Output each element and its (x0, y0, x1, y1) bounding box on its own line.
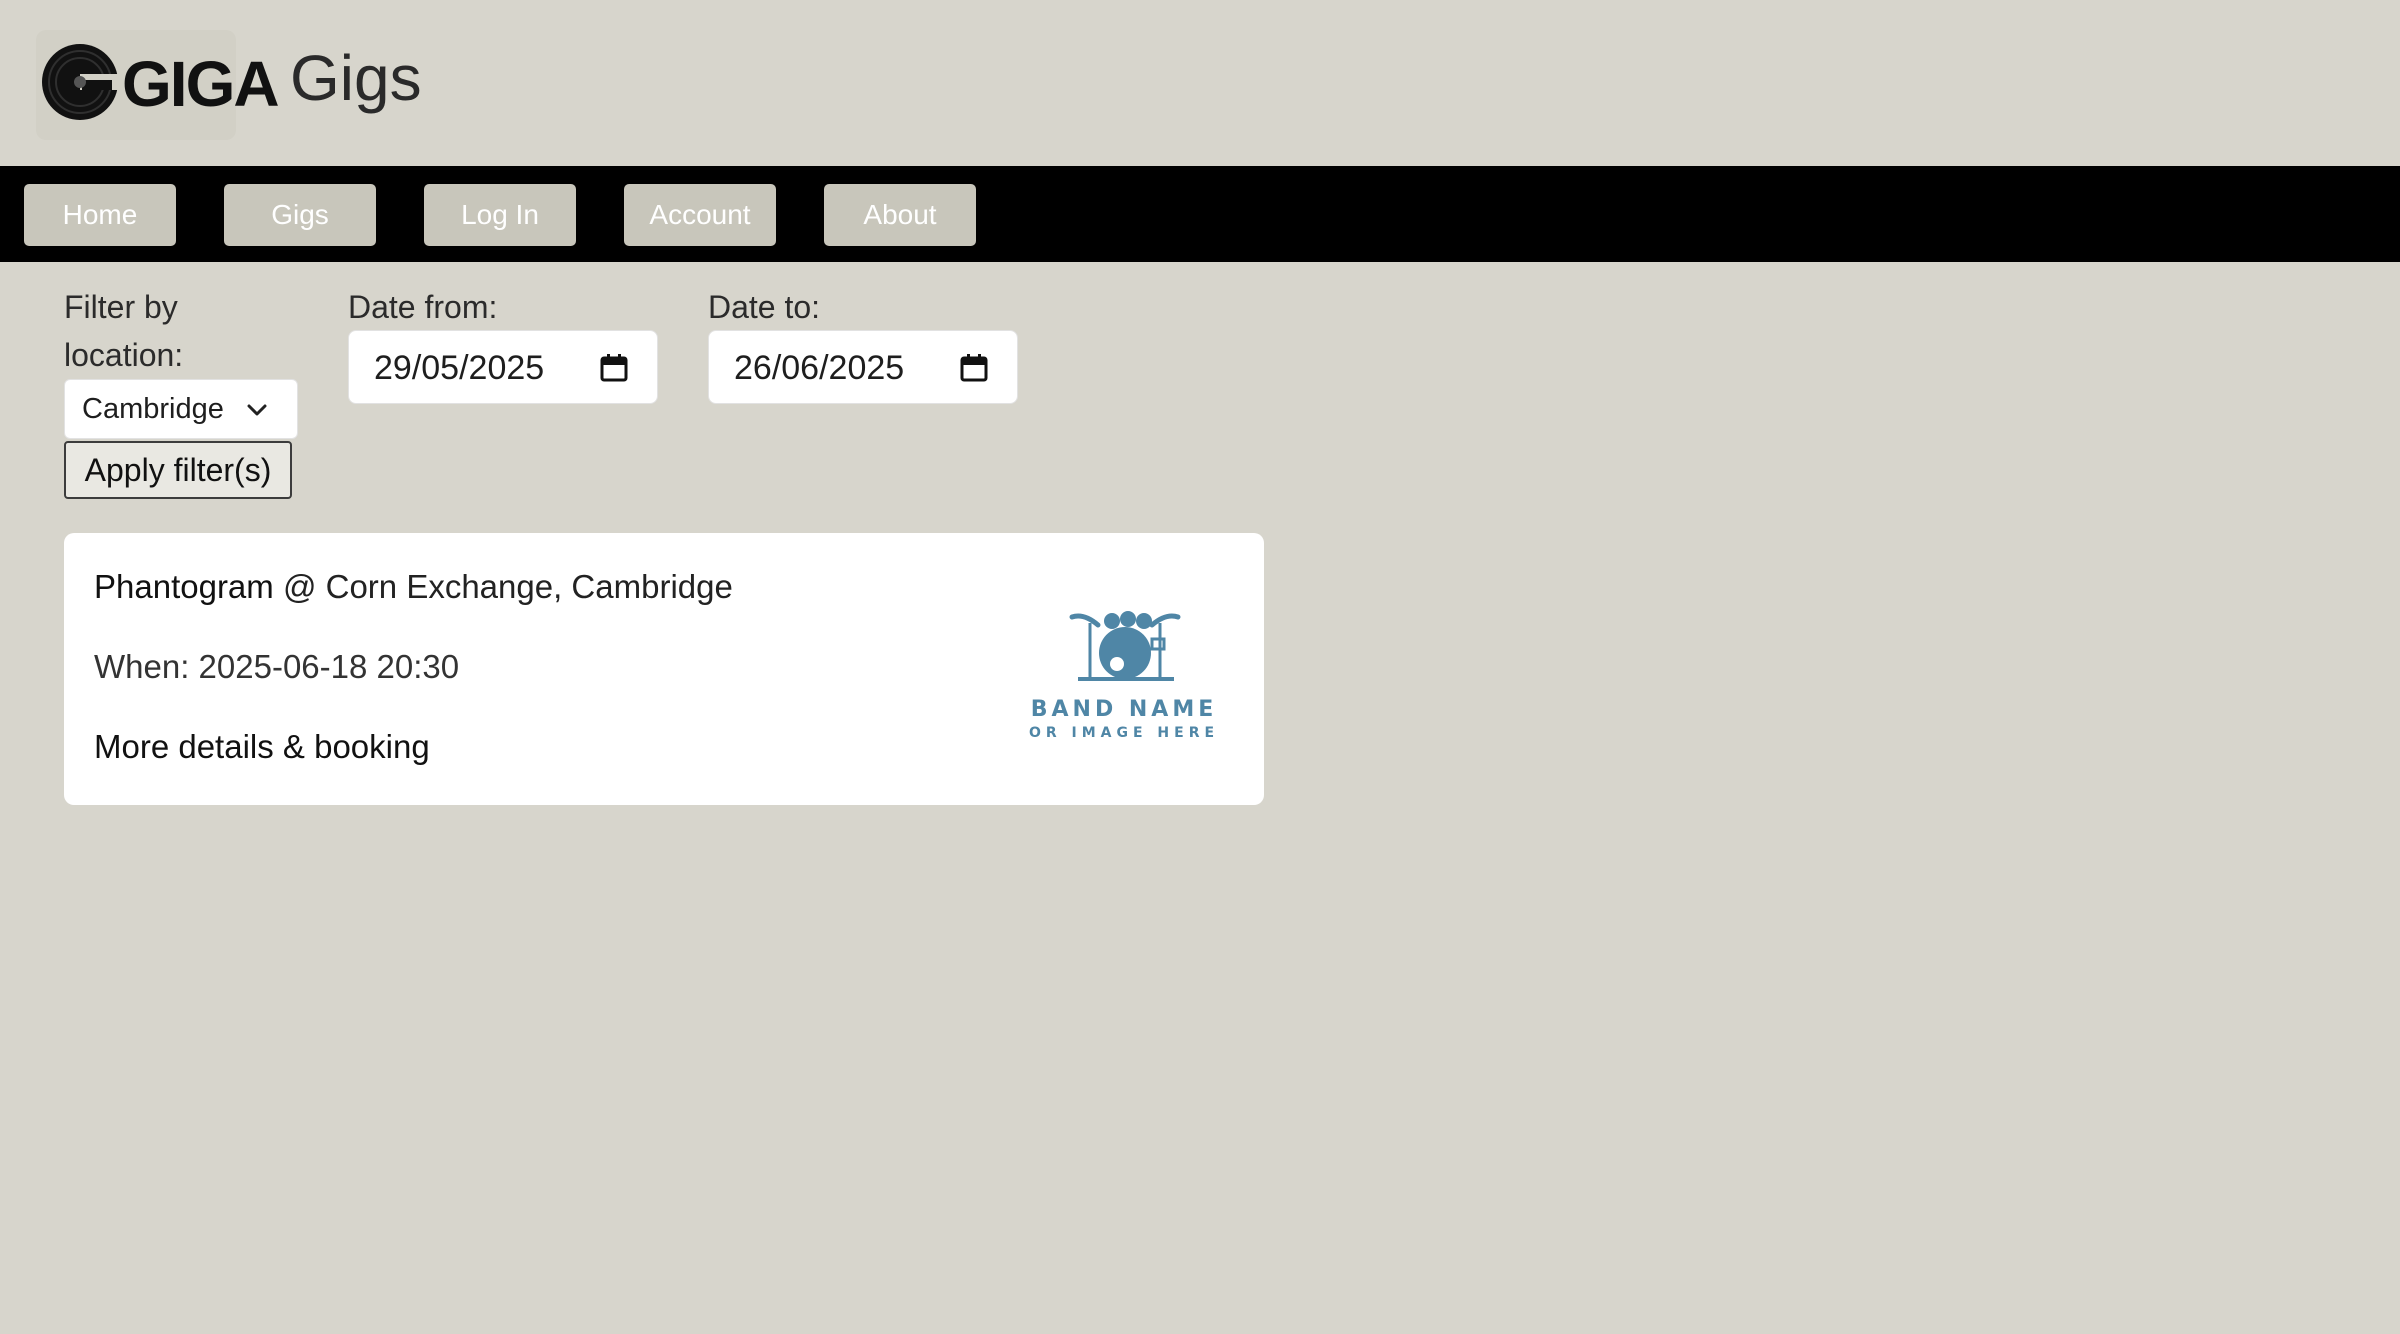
nav-gigs-button[interactable]: Gigs (224, 184, 376, 246)
gig-card: Phantogram @ Corn Exchange, Cambridge Wh… (64, 533, 1264, 805)
calendar-icon[interactable] (959, 353, 989, 383)
nav-home-button[interactable]: Home (24, 184, 176, 246)
location-filter-label-line1: Filter by (64, 289, 178, 325)
date-from-value: 29/05/2025 (374, 349, 545, 387)
date-to-label: Date to: (708, 289, 821, 325)
location-select[interactable]: Cambridge (64, 379, 298, 439)
nav-about-button[interactable]: About (824, 184, 976, 246)
drum-kit-icon (1069, 611, 1181, 681)
main-nav: Home Gigs Log In Account About (0, 166, 2400, 262)
band-image-placeholder: BAND NAME OR IMAGE HERE (1024, 595, 1224, 745)
apply-filters-button[interactable]: Apply filter(s) (64, 441, 292, 499)
gig-band-name: Phantogram (94, 568, 274, 605)
date-to-value: 26/06/2025 (734, 349, 905, 387)
band-image-caption-2: OR IMAGE HERE (1028, 725, 1220, 741)
location-filter-label-line2: location: (64, 337, 184, 373)
site-header: GIGA Gigs (0, 0, 2400, 166)
calendar-icon[interactable] (599, 353, 629, 383)
logo-text: GIGA (122, 48, 280, 120)
date-to-input[interactable]: 26/06/2025 (708, 330, 1018, 404)
gig-title: Phantogram @ Corn Exchange, Cambridge (94, 565, 733, 609)
band-image-caption-1: BAND NAME (1030, 697, 1218, 722)
page-title: Gigs (290, 42, 422, 114)
nav-account-button[interactable]: Account (624, 184, 776, 246)
site-logo[interactable]: GIGA (36, 30, 280, 140)
date-from-input[interactable]: 29/05/2025 (348, 330, 658, 404)
location-select-value: Cambridge (82, 393, 224, 425)
gig-venue: @ Corn Exchange, Cambridge (273, 568, 733, 605)
gig-details-link[interactable]: More details & booking (94, 725, 430, 769)
chevron-down-icon (247, 404, 267, 416)
nav-login-button[interactable]: Log In (424, 184, 576, 246)
gig-date-time: When: 2025-06-18 20:30 (94, 648, 460, 685)
date-from-label: Date from: (348, 289, 498, 325)
